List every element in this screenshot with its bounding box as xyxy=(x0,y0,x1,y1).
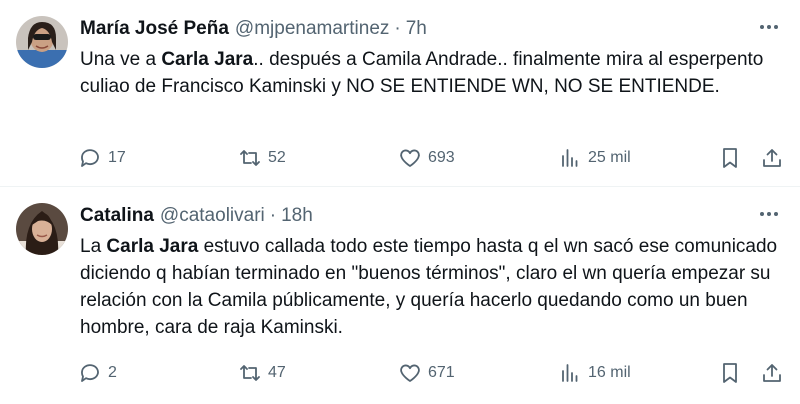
text-bold-segment: Carla Jara xyxy=(106,236,199,257)
text-segment: Una ve a xyxy=(80,49,162,70)
reply-count: 17 xyxy=(108,149,126,166)
tweet[interactable]: Catalina @cataolivari · 18h La Carla Jar… xyxy=(0,187,800,404)
bookmark-button[interactable] xyxy=(718,359,742,387)
analytics-icon xyxy=(562,149,578,167)
like-button[interactable]: 671 xyxy=(398,359,455,387)
views-count: 25 mil xyxy=(588,149,631,166)
action-bar: 2 47 671 16 mil xyxy=(78,359,788,387)
separator: · xyxy=(394,18,401,39)
views-count: 16 mil xyxy=(588,364,631,381)
tweet-text: La Carla Jara estuvo callada todo este t… xyxy=(80,233,780,341)
more-icon[interactable] xyxy=(760,20,782,34)
user-handle[interactable]: @mjpenamartinez xyxy=(235,18,389,40)
share-button[interactable] xyxy=(760,144,784,172)
tweet-text: Una ve a Carla Jara.. después a Camila A… xyxy=(80,46,780,100)
tweet-header: Catalina @cataolivari · 18h xyxy=(80,203,313,229)
repost-icon xyxy=(240,150,260,166)
repost-button[interactable]: 52 xyxy=(238,144,286,172)
bookmark-button[interactable] xyxy=(718,144,742,172)
repost-icon xyxy=(240,365,260,381)
heart-icon xyxy=(400,149,420,167)
user-handle[interactable]: @cataolivari xyxy=(160,205,265,227)
like-count: 693 xyxy=(428,149,455,166)
heart-icon xyxy=(400,364,420,382)
separator: · xyxy=(269,205,277,226)
timestamp[interactable]: 7h xyxy=(406,18,427,40)
reply-icon xyxy=(81,149,99,167)
repost-button[interactable]: 47 xyxy=(238,359,286,387)
text-segment: La xyxy=(80,236,107,257)
display-name[interactable]: María José Peña xyxy=(80,18,229,40)
more-icon[interactable] xyxy=(760,207,782,221)
reply-count: 2 xyxy=(108,364,117,381)
reply-button[interactable]: 17 xyxy=(78,144,126,172)
like-count: 671 xyxy=(428,364,455,381)
avatar[interactable] xyxy=(16,203,68,255)
bookmark-icon xyxy=(723,148,737,168)
tweet-header: María José Peña @mjpenamartinez · 7h xyxy=(80,16,427,42)
reply-icon xyxy=(81,364,99,382)
bookmark-icon xyxy=(723,363,737,383)
tweet[interactable]: María José Peña @mjpenamartinez · 7h Una… xyxy=(0,0,800,187)
action-bar: 17 52 693 25 mil xyxy=(78,144,788,172)
reply-button[interactable]: 2 xyxy=(78,359,117,387)
analytics-icon xyxy=(562,364,578,382)
share-icon xyxy=(763,364,781,382)
repost-count: 47 xyxy=(268,364,286,381)
share-button[interactable] xyxy=(760,359,784,387)
display-name[interactable]: Catalina xyxy=(80,205,154,227)
views-button[interactable]: 25 mil xyxy=(558,144,631,172)
like-button[interactable]: 693 xyxy=(398,144,455,172)
timestamp[interactable]: 18h xyxy=(281,205,313,227)
share-icon xyxy=(763,149,781,167)
views-button[interactable]: 16 mil xyxy=(558,359,631,387)
text-bold-segment: Carla Jara xyxy=(161,49,254,70)
avatar[interactable] xyxy=(16,16,68,68)
repost-count: 52 xyxy=(268,149,286,166)
